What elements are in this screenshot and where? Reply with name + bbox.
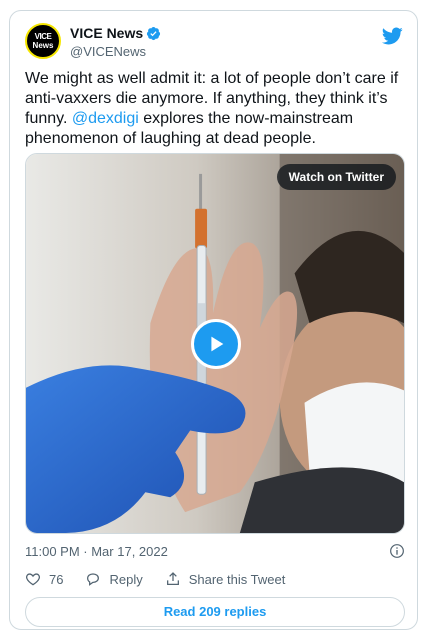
reply-label: Reply — [109, 571, 143, 587]
info-icon[interactable] — [389, 543, 405, 559]
tweet-actions: 76 Reply Share this Tweet — [25, 568, 307, 590]
read-replies-button[interactable]: Read 209 replies — [25, 597, 405, 627]
watch-on-twitter-button[interactable]: Watch on Twitter — [276, 164, 396, 190]
like-button[interactable]: 76 — [25, 571, 63, 587]
share-button[interactable]: Share this Tweet — [165, 571, 286, 587]
author-display-name[interactable]: VICE News — [70, 25, 143, 41]
video-media[interactable]: Watch on Twitter — [25, 153, 405, 534]
reply-bubble-icon — [87, 573, 100, 586]
avatar-text-line1: VICE — [34, 31, 52, 41]
play-icon — [211, 336, 224, 352]
timestamp-row: 11:00 PM · Mar 17, 2022 — [25, 541, 405, 561]
tweet-card[interactable]: VICE News VICE News @VICENews We might a… — [9, 10, 418, 630]
like-count: 76 — [49, 571, 64, 587]
play-button[interactable] — [191, 319, 241, 369]
avatar-text-line2: News — [32, 40, 54, 50]
tweet-text: We might as well admit it: a lot of peop… — [25, 69, 405, 149]
verified-badge-icon — [147, 26, 161, 40]
tweet-timestamp[interactable]: 11:00 PM · Mar 17, 2022 — [25, 544, 168, 559]
share-icon — [166, 572, 179, 585]
mention-link[interactable]: @dexdigi — [72, 110, 139, 127]
share-label: Share this Tweet — [188, 571, 286, 587]
author-handle[interactable]: @VICENews — [70, 44, 146, 59]
twitter-bird-icon[interactable] — [381, 25, 403, 47]
heart-icon — [26, 573, 40, 586]
reply-button[interactable]: Reply — [85, 571, 143, 587]
avatar[interactable]: VICE News — [25, 23, 61, 59]
author-name-row: VICE News — [70, 25, 161, 41]
